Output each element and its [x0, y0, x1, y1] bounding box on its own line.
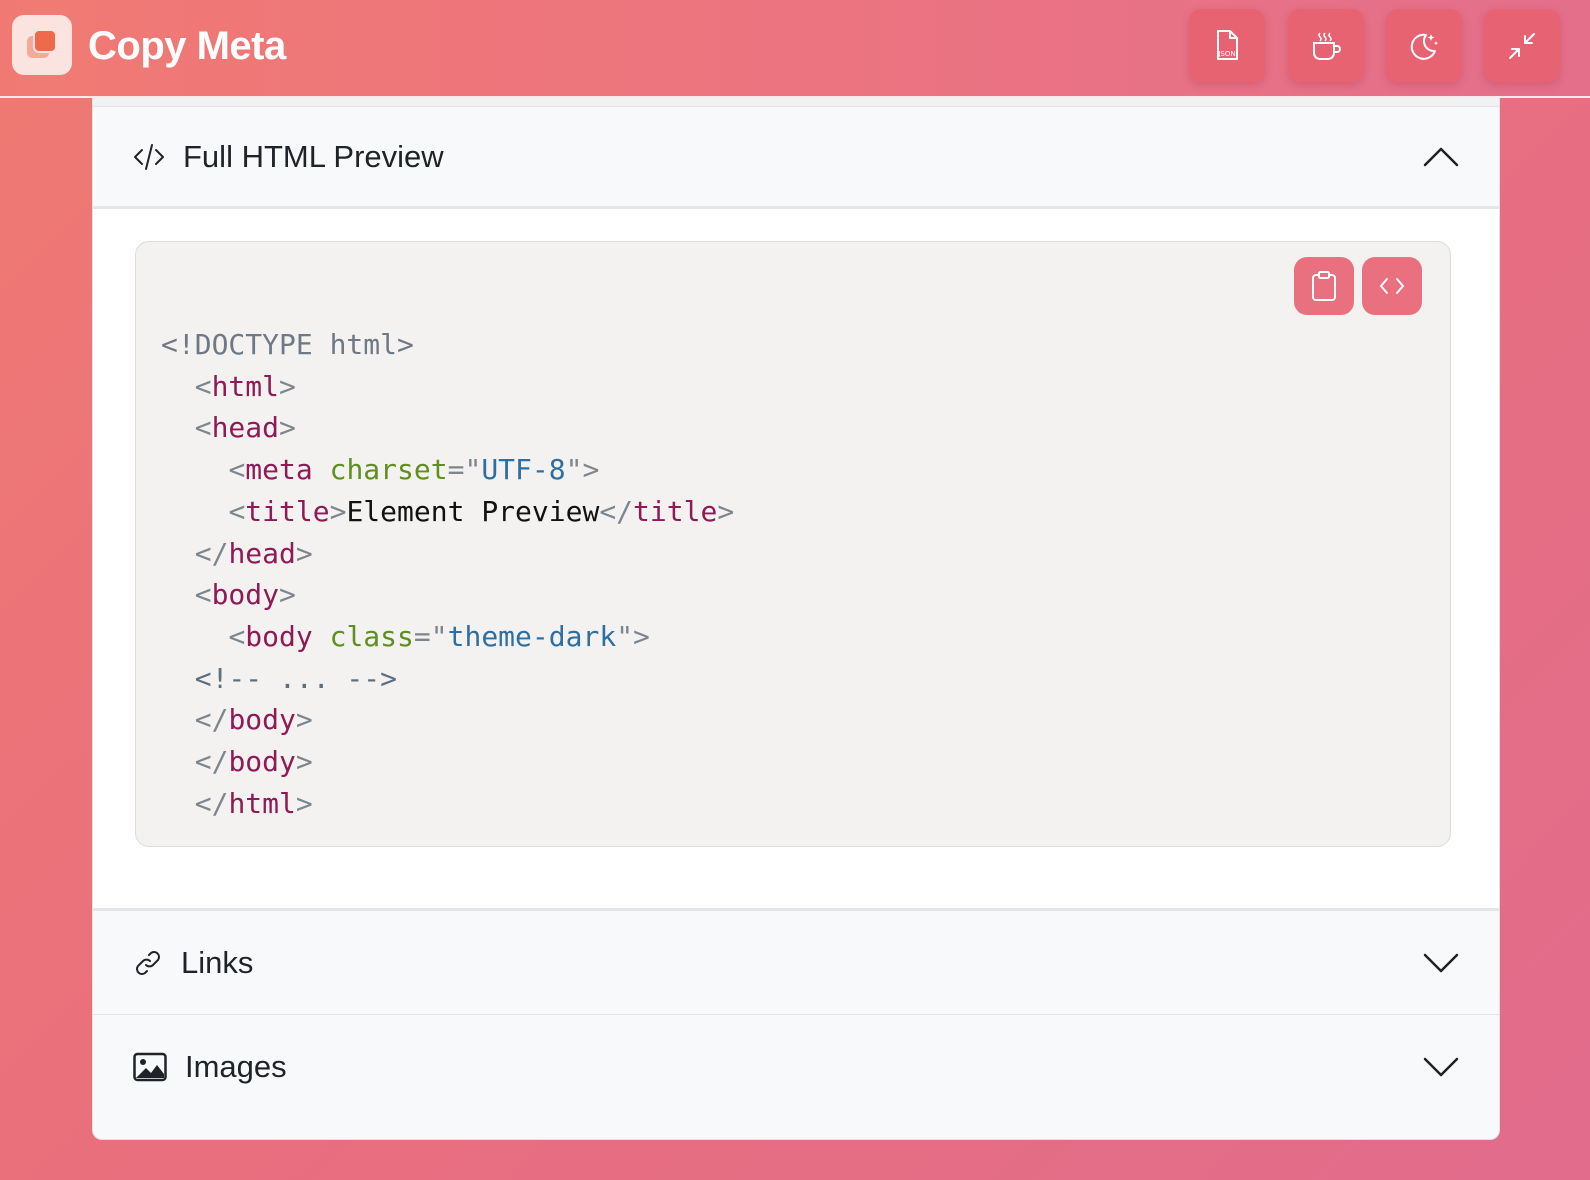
chevron-down-icon[interactable]	[1423, 952, 1459, 974]
code-line: <!DOCTYPE html>	[161, 328, 414, 361]
collapse-arrows-icon	[1509, 32, 1535, 59]
chevron-down-icon[interactable]	[1423, 1056, 1459, 1078]
full-html-preview-header[interactable]: Full HTML Preview	[93, 107, 1499, 209]
app-logo	[12, 15, 72, 75]
code-line: <head>	[194, 411, 296, 445]
code-block: <!DOCTYPE html> <html> <head> <meta char…	[135, 241, 1451, 847]
code-slash-icon	[134, 143, 164, 170]
code-brackets-icon	[1380, 278, 1404, 294]
links-header[interactable]: Links	[93, 911, 1499, 1015]
view-source-button[interactable]	[1362, 257, 1422, 315]
full-html-preview-body: <!DOCTYPE html> <html> <head> <meta char…	[93, 209, 1499, 911]
code-line: </body>	[194, 745, 313, 779]
link-icon	[136, 950, 160, 975]
images-title: Images	[185, 1049, 287, 1084]
coffee-cup-icon	[1313, 31, 1341, 60]
app-title: Copy Meta	[88, 24, 286, 68]
code-line: <meta charset="UTF-8">	[228, 453, 600, 487]
image-icon	[133, 1052, 167, 1082]
code-line: <body class="theme-dark">	[228, 619, 650, 653]
code-line: </head>	[194, 536, 313, 570]
code-line: <!-- ... -->	[194, 661, 398, 695]
coffee-button[interactable]	[1288, 9, 1364, 82]
moon-stars-icon	[1410, 33, 1439, 60]
previous-section-edge	[93, 98, 1499, 107]
copy-code-button[interactable]	[1294, 257, 1354, 315]
sections-panel: Full HTML Preview <!DOCTYPE html> <html>…	[92, 98, 1500, 1140]
json-icon-label: JSON	[1217, 50, 1235, 58]
dark-mode-button[interactable]	[1386, 9, 1462, 82]
json-export-button[interactable]: JSON	[1189, 9, 1265, 82]
code-line: <title>Element Preview</title>	[228, 494, 735, 528]
code-line: </body>	[194, 703, 313, 737]
links-title: Links	[181, 944, 254, 980]
code-line: </html>	[194, 786, 313, 820]
json-file-icon: JSON	[1217, 29, 1238, 60]
app-header: Copy Meta JSON	[0, 0, 1590, 98]
clipboard-icon	[1312, 271, 1336, 301]
code-line: <body>	[194, 578, 296, 612]
stacked-squares-icon	[27, 29, 57, 58]
chevron-up-icon[interactable]	[1423, 146, 1459, 168]
images-header[interactable]: Images	[93, 1015, 1499, 1119]
html-source-code: <!DOCTYPE html> <html> <head> <meta char…	[161, 324, 734, 824]
code-line: <html>	[194, 369, 296, 403]
full-html-preview-title: Full HTML Preview	[183, 138, 444, 174]
minimize-button[interactable]	[1484, 9, 1560, 82]
